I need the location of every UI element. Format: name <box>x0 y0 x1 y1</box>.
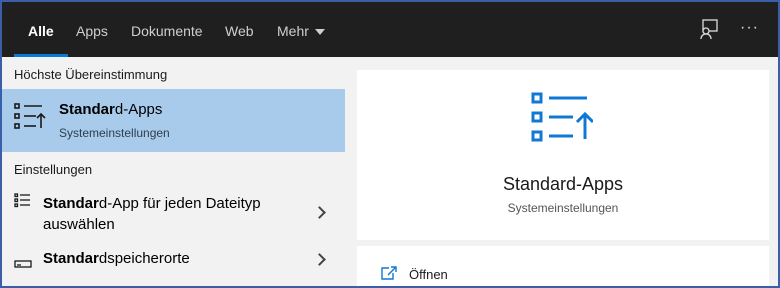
tab-more-label: Mehr <box>277 23 309 39</box>
tab-web[interactable]: Web <box>225 2 254 57</box>
setting-label: Standardspeicherorte <box>43 248 190 269</box>
detail-pane: Standard-Apps Systemeinstellungen <box>357 70 769 240</box>
setting-label-bold: Standar <box>43 250 99 267</box>
detail-subtitle: Systemeinstellungen <box>507 201 619 215</box>
open-action[interactable]: Öffnen <box>357 246 769 286</box>
best-match-header: Höchste Übereinstimmung <box>14 67 168 82</box>
best-match-result[interactable]: Standard-Apps Systemeinstellungen <box>2 89 345 152</box>
best-match-title-bold: Standar <box>59 101 115 118</box>
filter-tab-bar: Alle Apps Dokumente Web Mehr ··· <box>2 2 778 57</box>
setting-label-rest: dspeicherorte <box>98 250 190 267</box>
settings-header: Einstellungen <box>14 162 93 177</box>
setting-label-bold: Standar <box>43 195 99 212</box>
setting-label-line2: auswählen <box>43 216 115 233</box>
tab-documents[interactable]: Dokumente <box>131 2 203 57</box>
chevron-right-icon <box>313 206 326 219</box>
setting-label: Standard-App für jeden Dateityp auswählen <box>43 193 261 235</box>
default-apps-icon <box>531 92 595 149</box>
open-icon <box>381 266 397 285</box>
tab-apps[interactable]: Apps <box>76 2 108 57</box>
more-options-icon[interactable]: ··· <box>740 18 764 42</box>
tab-more[interactable]: Mehr <box>277 2 325 57</box>
setting-label-rest: d-App für jeden Dateityp <box>98 195 261 212</box>
tab-all[interactable]: Alle <box>14 2 68 57</box>
open-label: Öffnen <box>409 267 448 282</box>
storage-icon <box>14 255 32 273</box>
chevron-down-icon <box>314 29 325 36</box>
best-match-title: Standard-Apps <box>59 101 162 118</box>
chevron-right-icon <box>313 253 326 266</box>
best-match-title-rest: d-Apps <box>114 101 163 118</box>
setting-default-save-locations[interactable]: Standardspeicherorte <box>2 246 345 274</box>
setting-default-app-per-filetype[interactable]: Standard-App für jeden Dateityp auswählen <box>2 188 345 238</box>
file-type-list-icon <box>14 193 32 214</box>
feedback-icon[interactable] <box>698 18 722 42</box>
best-match-subtitle: Systemeinstellungen <box>59 126 170 140</box>
detail-title: Standard-Apps <box>502 174 624 194</box>
default-apps-icon <box>14 103 46 136</box>
search-window: Alle Apps Dokumente Web Mehr ··· Höchste… <box>0 0 780 288</box>
results-list: Höchste Übereinstimmung Standard-Apps Sy… <box>2 57 345 286</box>
